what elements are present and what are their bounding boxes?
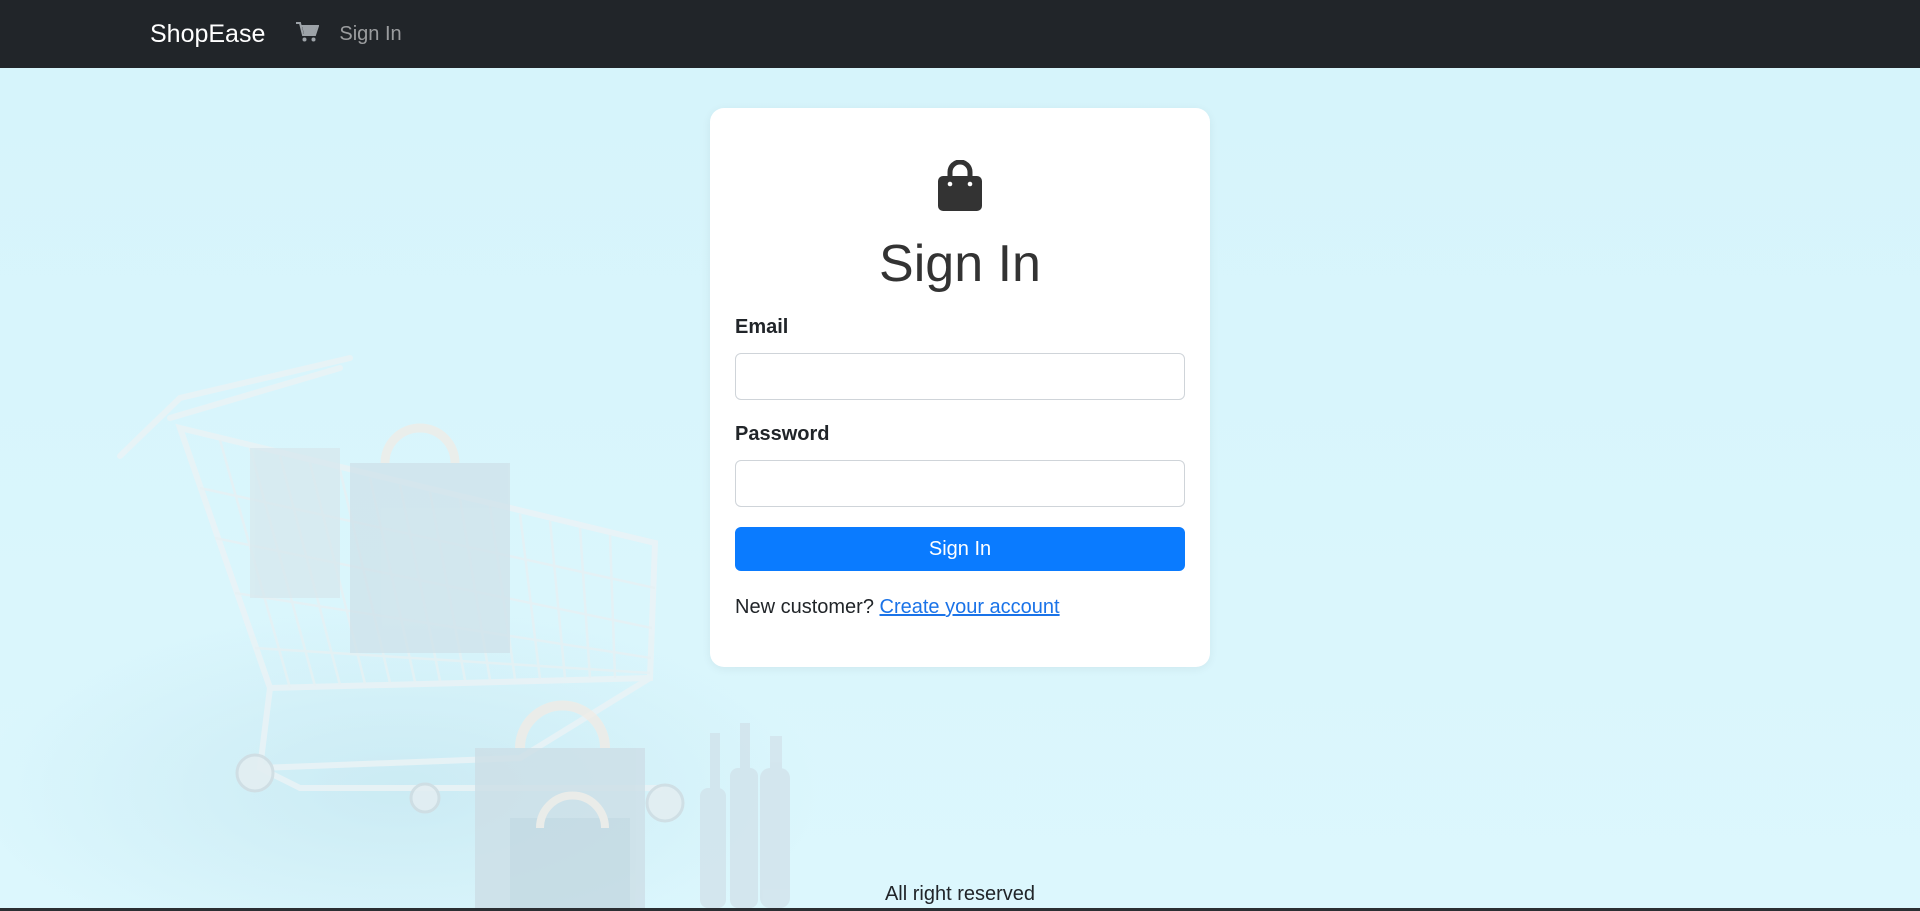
cart-icon [295,21,320,48]
password-label: Password [735,423,830,445]
page-title: Sign In [879,235,1041,293]
password-field[interactable] [735,460,1185,507]
top-navbar: ShopEase Sign In [0,0,1920,68]
email-field[interactable] [735,353,1185,400]
email-label: Email [735,316,789,338]
register-prompt-text: New customer? [735,596,874,618]
create-account-link[interactable]: Create your account [880,596,1060,618]
shopping-bag-icon [937,159,983,217]
nav-signin-link[interactable]: Sign In [339,23,401,46]
sign-in-button[interactable]: Sign In [735,527,1185,571]
footer-text: All right reserved [884,883,1036,905]
register-prompt: New customer? Create your account [735,596,1060,619]
brand-logo-link[interactable]: ShopEase [150,20,265,49]
cart-link[interactable] [295,21,320,48]
login-card: Sign In Email Password Sign In New custo… [710,108,1210,667]
